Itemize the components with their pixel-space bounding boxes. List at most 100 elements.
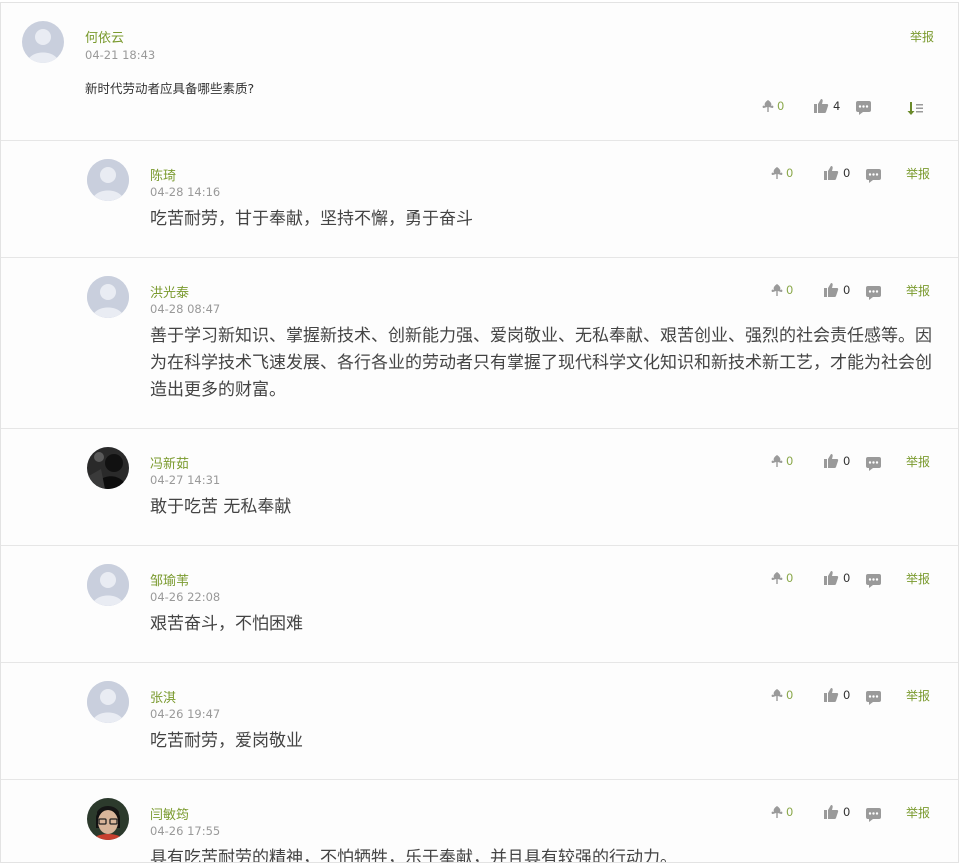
- question-comment-button[interactable]: [856, 101, 871, 115]
- reply-comment-button[interactable]: [866, 286, 881, 300]
- flower-icon: [770, 166, 784, 180]
- flower-icon: [770, 805, 784, 819]
- thumbs-up-icon: [823, 804, 839, 819]
- reply-avatar[interactable]: [87, 447, 129, 489]
- reply-flower-count: 0: [786, 571, 794, 585]
- reply-like-count: 0: [843, 804, 851, 819]
- reply-item: 洪光泰 04-28 08:47 善于学习新知识、掌握新技术、创新能力强、爱岗敬业、无…: [1, 258, 958, 429]
- reply-text: 艰苦奋斗，不怕困难: [150, 614, 303, 634]
- reply-comment-button[interactable]: [866, 169, 881, 183]
- reply-like-button[interactable]: 0: [823, 687, 850, 702]
- reply-like-button[interactable]: 0: [823, 282, 850, 297]
- flower-icon: [770, 688, 784, 702]
- comment-icon: [866, 808, 881, 822]
- reply-comment-button[interactable]: [866, 808, 881, 822]
- reply-time: 04-27 14:31: [150, 473, 221, 487]
- reply-flower-button[interactable]: 0: [770, 805, 793, 819]
- question-flower-button[interactable]: 0: [761, 99, 784, 113]
- reply-like-count: 0: [843, 570, 851, 585]
- reply-avatar[interactable]: [87, 159, 129, 201]
- reply-report-link[interactable]: 举报: [906, 687, 930, 704]
- reply-like-button[interactable]: 0: [823, 453, 850, 468]
- question-flower-count: 0: [777, 99, 785, 113]
- question-like-button[interactable]: 4: [813, 98, 840, 113]
- reply-item: 闫敏筠 04-26 17:55 具有吃苦耐劳的精神，不怕牺牲，乐于奉献，并且具有较强…: [1, 780, 958, 863]
- reply-item: 张淇 04-26 19:47 吃苦耐劳，爱岗敬业 0 0 举报: [1, 663, 958, 780]
- reply-like-button[interactable]: 0: [823, 570, 850, 585]
- reply-author[interactable]: 冯新茹: [150, 453, 189, 472]
- reply-author[interactable]: 张淇: [150, 687, 176, 706]
- reply-text: 敢于吃苦 无私奉献: [150, 497, 292, 517]
- thumbs-up-icon: [823, 687, 839, 702]
- question-like-count: 4: [833, 98, 841, 113]
- reply-time: 04-26 17:55: [150, 824, 221, 838]
- question-post: 何依云 04-21 18:43 举报 新时代劳动者应具备哪些素质? 0 4: [1, 3, 958, 141]
- reply-flower-count: 0: [786, 805, 794, 819]
- reply-report-link[interactable]: 举报: [906, 804, 930, 821]
- reply-flower-count: 0: [786, 454, 794, 468]
- reply-text: 吃苦耐劳，爱岗敬业: [150, 731, 303, 751]
- question-time: 04-21 18:43: [85, 48, 156, 62]
- flower-icon: [761, 99, 775, 113]
- reply-flower-button[interactable]: 0: [770, 283, 793, 297]
- reply-item: 冯新茹 04-27 14:31 敢于吃苦 无私奉献 0 0 举报: [1, 429, 958, 546]
- comment-icon: [866, 691, 881, 705]
- reply-item: 陈琦 04-28 14:16 吃苦耐劳，甘于奉献，坚持不懈，勇于奋斗 0 0 举报: [1, 141, 958, 258]
- reply-like-button[interactable]: 0: [823, 165, 850, 180]
- reply-author[interactable]: 洪光泰: [150, 282, 189, 301]
- reply-report-link[interactable]: 举报: [906, 570, 930, 587]
- reply-list: 陈琦 04-28 14:16 吃苦耐劳，甘于奉献，坚持不懈，勇于奋斗 0 0 举报 洪光泰 0…: [1, 141, 958, 863]
- reply-like-count: 0: [843, 453, 851, 468]
- reply-time: 04-26 22:08: [150, 590, 221, 604]
- reply-author[interactable]: 邹瑜苇: [150, 570, 189, 589]
- reply-text: 吃苦耐劳，甘于奉献，坚持不懈，勇于奋斗: [150, 209, 473, 229]
- reply-flower-button[interactable]: 0: [770, 688, 793, 702]
- reply-flower-count: 0: [786, 688, 794, 702]
- comment-icon: [856, 101, 871, 115]
- reply-flower-button[interactable]: 0: [770, 571, 793, 585]
- reply-comment-button[interactable]: [866, 574, 881, 588]
- flower-icon: [770, 571, 784, 585]
- sort-icon: [907, 102, 923, 115]
- reply-report-link[interactable]: 举报: [906, 453, 930, 470]
- reply-comment-button[interactable]: [866, 691, 881, 705]
- comment-icon: [866, 169, 881, 183]
- question-avatar[interactable]: [22, 21, 64, 63]
- question-report-link[interactable]: 举报: [910, 28, 934, 45]
- reply-text: 善于学习新知识、掌握新技术、创新能力强、爱岗敬业、无私奉献、艰苦创业、强烈的社会…: [150, 326, 932, 400]
- thumbs-up-icon: [823, 570, 839, 585]
- reply-flower-count: 0: [786, 166, 794, 180]
- reply-like-count: 0: [843, 282, 851, 297]
- question-author[interactable]: 何依云: [85, 27, 124, 46]
- comment-icon: [866, 286, 881, 300]
- reply-flower-button[interactable]: 0: [770, 166, 793, 180]
- qa-thread: 何依云 04-21 18:43 举报 新时代劳动者应具备哪些素质? 0 4 陈琦…: [0, 2, 959, 863]
- reply-time: 04-28 14:16: [150, 185, 221, 199]
- flower-icon: [770, 454, 784, 468]
- reply-report-link[interactable]: 举报: [906, 282, 930, 299]
- thumbs-up-icon: [823, 165, 839, 180]
- reply-author[interactable]: 陈琦: [150, 165, 176, 184]
- reply-time: 04-28 08:47: [150, 302, 221, 316]
- reply-avatar[interactable]: [87, 681, 129, 723]
- reply-flower-button[interactable]: 0: [770, 454, 793, 468]
- reply-like-count: 0: [843, 165, 851, 180]
- question-text: 新时代劳动者应具备哪些素质?: [85, 81, 255, 96]
- comment-icon: [866, 457, 881, 471]
- thumbs-up-icon: [823, 453, 839, 468]
- flower-icon: [770, 283, 784, 297]
- reply-report-link[interactable]: 举报: [906, 165, 930, 182]
- reply-time: 04-26 19:47: [150, 707, 221, 721]
- reply-like-button[interactable]: 0: [823, 804, 850, 819]
- comment-icon: [866, 574, 881, 588]
- reply-text: 具有吃苦耐劳的精神，不怕牺牲，乐于奉献，并且具有较强的行动力。: [150, 848, 677, 863]
- reply-author[interactable]: 闫敏筠: [150, 804, 189, 823]
- reply-item: 邹瑜苇 04-26 22:08 艰苦奋斗，不怕困难 0 0 举报: [1, 546, 958, 663]
- reply-avatar[interactable]: [87, 276, 129, 318]
- reply-like-count: 0: [843, 687, 851, 702]
- reply-comment-button[interactable]: [866, 457, 881, 471]
- reply-avatar[interactable]: [87, 798, 129, 840]
- reply-avatar[interactable]: [87, 564, 129, 606]
- sort-button[interactable]: [907, 102, 923, 115]
- thumbs-up-icon: [813, 98, 829, 113]
